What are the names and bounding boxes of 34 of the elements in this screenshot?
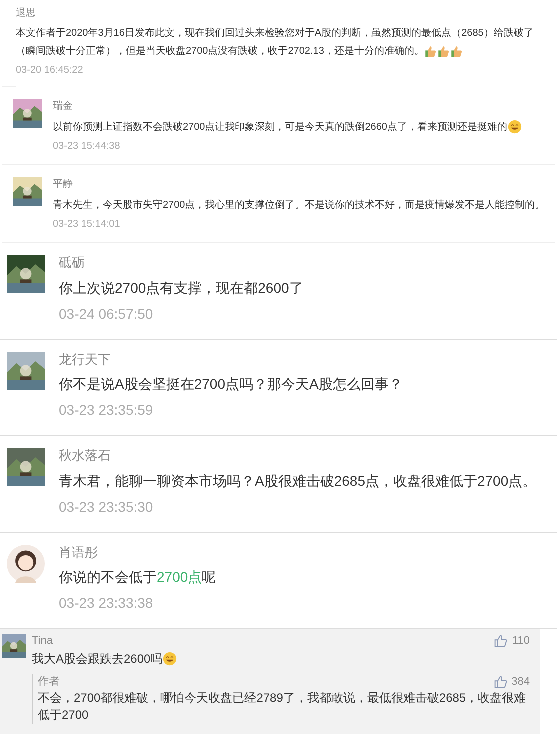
comment-text: 你上次说2700点有支撑，现在都2600了 (59, 278, 304, 298)
smiley-icon (162, 652, 177, 666)
comment-time: 03-23 15:44:38 (53, 140, 122, 154)
comment-text: 我大A股会跟跌去2600吗 (32, 650, 538, 668)
comment-time: 03-23 23:35:59 (59, 401, 154, 420)
author-name: 龙行天下 (59, 350, 112, 368)
thumbs-up-icon (424, 44, 438, 58)
like-icon[interactable] (494, 634, 508, 648)
thumbs-up-icon (450, 44, 464, 58)
like-icon[interactable] (494, 674, 508, 689)
author-name: 退思 (16, 6, 37, 21)
comment-time: 03-20 16:45:22 (16, 64, 84, 78)
comment-time: 03-23 23:33:38 (59, 594, 154, 613)
smiley-icon (508, 120, 522, 134)
comment-time: 03-24 06:57:50 (59, 304, 154, 324)
comment-text: 本文作者于2020年3月16日发布此文，现在我们回过头来检验您对于A股的判断，虽然预测的最低点（2685）给跌破了（瞬间跌破十分正常），但是当天收盘2700点没有跌破，收于2702.13，还是十分的准确的。 (16, 26, 535, 60)
reply-text: 不会，2700都很难破，哪怕今天收盘已经2789了，我都敢说，最低很难击破2685，收盘很难低于2700 (38, 690, 528, 724)
like-count: 110 (512, 634, 530, 649)
comment-text: 你说的不会低于2700点呢 (59, 568, 218, 587)
author-name: 砥砺 (59, 254, 86, 272)
author-name: 瑞金 (53, 100, 74, 114)
author-name: 平静 (53, 178, 74, 192)
comment-text: 你不是说A股会坚挺在2700点吗？那今天A股怎么回事？ (59, 375, 404, 394)
comment-text: 青木君，能聊一聊资本市场吗？A股很难击破2685点，收盘很难低于2700点。 (59, 472, 538, 490)
comment-time: 03-23 23:35:30 (59, 498, 154, 516)
author-name: 秋水落石 (59, 447, 112, 465)
author-name: Tina (32, 634, 53, 649)
comment-text: 青木先生，今天股市失守2700点，我心里的支撑位倒了。不是说你的技术不好，而是疫情爆发不是人能控制的。 (53, 198, 544, 213)
comment-text: 以前你预测上证指数不会跌破2700点让我印象深刻，可是今天真的跌倒2660点了，看来预测还是挺难的 (53, 120, 544, 135)
thumbs-up-icon (437, 44, 450, 58)
like-count: 384 (512, 674, 530, 690)
comment-time: 03-23 15:14:01 (53, 218, 122, 232)
author-name: 作者 (38, 674, 60, 690)
author-name: 肖语彤 (59, 544, 99, 562)
